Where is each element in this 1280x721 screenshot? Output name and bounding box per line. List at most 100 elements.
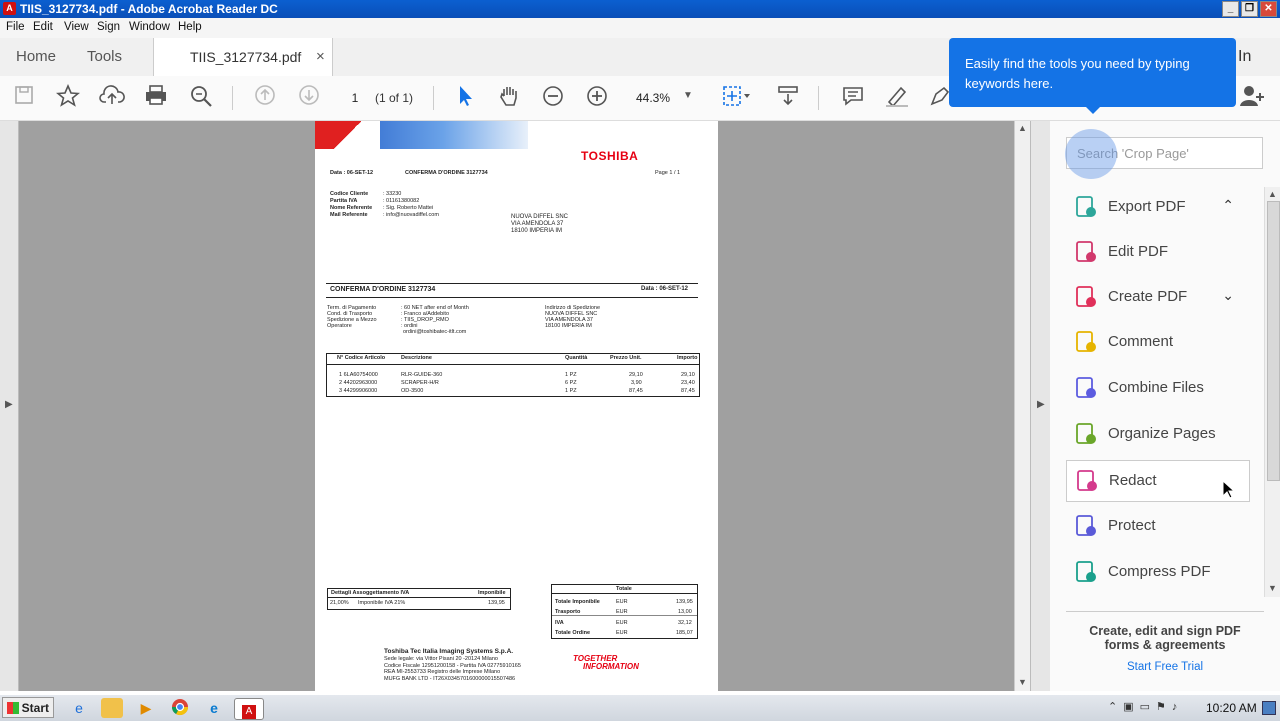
menu-edit[interactable]: Edit bbox=[33, 21, 53, 33]
comment-icon bbox=[1074, 330, 1098, 354]
chrome-icon[interactable] bbox=[169, 698, 191, 718]
callout-text: Easily find the tools you need by typing… bbox=[965, 56, 1190, 91]
tool-comment[interactable]: Comment bbox=[1066, 322, 1248, 362]
start-button[interactable]: Start bbox=[2, 697, 54, 718]
menu-sign[interactable]: Sign bbox=[97, 21, 120, 33]
folder-icon[interactable] bbox=[101, 698, 123, 718]
page-number-input[interactable]: 1 bbox=[340, 86, 370, 110]
left-pane-toggle[interactable]: ▶ bbox=[0, 121, 19, 691]
vat-amount: 139,95 bbox=[488, 600, 505, 606]
totals-currency: EUR bbox=[616, 620, 628, 626]
scroll-mode-icon[interactable] bbox=[774, 84, 802, 112]
search-tip-callout: Easily find the tools you need by typing… bbox=[949, 38, 1236, 114]
star-icon[interactable] bbox=[54, 83, 82, 112]
client-label: Nome Referente bbox=[330, 205, 373, 211]
table-row: 1 6LA60754000 RLR-GUIDE-360 1 PZ 29,10 2… bbox=[327, 372, 699, 379]
address-line: NUOVA DIFFEL SNC bbox=[511, 214, 569, 220]
minimize-button[interactable]: _ bbox=[1222, 1, 1239, 17]
protect-icon bbox=[1074, 514, 1098, 538]
panel-scroll-down-icon[interactable]: ▼ bbox=[1268, 583, 1277, 593]
cloud-upload-icon[interactable] bbox=[98, 84, 126, 112]
acrobat-taskbar-icon[interactable]: A bbox=[234, 698, 264, 720]
terms-label: Operatore bbox=[327, 323, 352, 329]
restore-button[interactable]: ❐ bbox=[1241, 1, 1258, 17]
sign-in-link[interactable]: In bbox=[1238, 38, 1251, 76]
totals-value: 13,00 bbox=[678, 609, 692, 615]
create-pdf-icon bbox=[1074, 285, 1098, 309]
zoom-search-icon[interactable] bbox=[187, 84, 215, 112]
company-line: MUFG BANK LTD - IT26X0345701600000015507… bbox=[384, 675, 516, 682]
tab-document[interactable]: TIIS_3127734.pdf × bbox=[153, 38, 333, 77]
zoom-select[interactable]: 44.3% ▼ bbox=[626, 86, 696, 110]
toshiba-logo: TOSHIBA bbox=[581, 149, 639, 163]
save-icon[interactable] bbox=[10, 84, 38, 112]
start-trial-link[interactable]: Start Free Trial bbox=[1050, 661, 1280, 673]
totals-currency: EUR bbox=[616, 599, 628, 605]
highlight-pen-icon[interactable] bbox=[883, 84, 911, 112]
menu-window[interactable]: Window bbox=[129, 21, 170, 33]
next-page-icon[interactable] bbox=[295, 84, 323, 112]
tool-organize-pages[interactable]: Organize Pages bbox=[1066, 414, 1248, 454]
chevron-up-icon[interactable]: ⌃ bbox=[1222, 197, 1234, 214]
totals-label: Trasporto bbox=[555, 609, 581, 615]
tab-home[interactable]: Home bbox=[16, 38, 56, 76]
print-icon[interactable] bbox=[142, 84, 170, 112]
close-button[interactable]: ✕ bbox=[1260, 1, 1277, 17]
edge-icon[interactable]: e bbox=[203, 698, 225, 718]
totals-currency: EUR bbox=[616, 630, 628, 636]
chevron-down-icon: ▼ bbox=[683, 90, 693, 101]
scroll-up-icon[interactable]: ▲ bbox=[1018, 123, 1027, 133]
tab-close-icon[interactable]: × bbox=[316, 38, 325, 76]
client-value: : 01161380082 bbox=[383, 198, 420, 204]
select-tool-icon[interactable] bbox=[451, 84, 479, 112]
document-scrollbar[interactable]: ▲ ▼ bbox=[1014, 121, 1031, 691]
tool-export-pdf[interactable]: Export PDF ⌃ bbox=[1066, 187, 1248, 227]
fit-page-icon[interactable] bbox=[721, 84, 750, 112]
address-line: VIA AMENDOLA 37 bbox=[511, 221, 564, 227]
show-desktop-icon[interactable] bbox=[1262, 701, 1276, 715]
company-name: Toshiba Tec Italia Imaging Systems S.p.A… bbox=[384, 648, 514, 655]
comment-icon[interactable] bbox=[839, 84, 867, 112]
combine-files-icon bbox=[1074, 376, 1098, 400]
ie-icon[interactable]: e bbox=[68, 698, 90, 718]
tool-create-pdf[interactable]: Create PDF ⌄ bbox=[1066, 277, 1248, 317]
tool-edit-pdf[interactable]: Edit PDF bbox=[1066, 232, 1248, 272]
tool-protect[interactable]: Protect bbox=[1066, 506, 1248, 546]
doc-title: CONFERMA D'ORDINE 3127734 bbox=[330, 286, 436, 293]
zoom-in-icon[interactable] bbox=[583, 84, 611, 112]
compress-pdf-icon bbox=[1074, 560, 1098, 584]
right-pane-toggle[interactable]: ▶ bbox=[1030, 121, 1051, 691]
menu-help[interactable]: Help bbox=[178, 21, 202, 33]
tab-document-label: TIIS_3127734.pdf bbox=[190, 49, 302, 65]
tool-label: Protect bbox=[1108, 517, 1156, 534]
chevron-down-icon[interactable]: ⌄ bbox=[1222, 287, 1234, 304]
tab-tools[interactable]: Tools bbox=[87, 38, 122, 76]
tools-panel-scrollbar[interactable]: ▲ ▼ bbox=[1264, 187, 1280, 597]
tool-combine-files[interactable]: Combine Files bbox=[1066, 368, 1248, 408]
zoom-value: 44.3% bbox=[636, 91, 671, 105]
panel-scroll-up-icon[interactable]: ▲ bbox=[1268, 189, 1277, 199]
panel-scroll-thumb[interactable] bbox=[1267, 201, 1280, 481]
cell-qty: 1 PZ bbox=[565, 388, 577, 394]
menu-view[interactable]: View bbox=[64, 21, 89, 33]
add-user-icon[interactable] bbox=[1238, 84, 1266, 112]
tool-label: Create PDF bbox=[1108, 288, 1188, 305]
document-view[interactable]: ▶ TOSHIBA Data : 06-SET-12 CONFERMA D'OR… bbox=[0, 121, 1051, 691]
scroll-down-icon[interactable]: ▼ bbox=[1018, 677, 1027, 687]
menu-file[interactable]: File bbox=[6, 21, 25, 33]
expand-left-icon[interactable]: ▶ bbox=[5, 399, 13, 410]
acrobat-app-icon: A bbox=[3, 2, 16, 15]
collapse-right-icon[interactable]: ▶ bbox=[1037, 399, 1045, 410]
table-header: Quantità bbox=[565, 355, 588, 361]
totals-currency: EUR bbox=[616, 609, 628, 615]
tool-compress-pdf[interactable]: Compress PDF bbox=[1066, 552, 1248, 592]
previous-page-icon[interactable] bbox=[251, 84, 279, 112]
cell-price: 87,45 bbox=[629, 388, 643, 394]
windows-logo-icon bbox=[7, 702, 19, 714]
hand-tool-icon[interactable] bbox=[495, 84, 523, 112]
media-player-icon[interactable]: ▶ bbox=[135, 698, 157, 718]
cell-desc: OD-3500 bbox=[401, 388, 424, 394]
zoom-out-icon[interactable] bbox=[539, 84, 567, 112]
system-tray-icons[interactable]: ⌃▣▭⚑♪ bbox=[1108, 700, 1183, 713]
totals-value: 32,12 bbox=[678, 620, 692, 626]
